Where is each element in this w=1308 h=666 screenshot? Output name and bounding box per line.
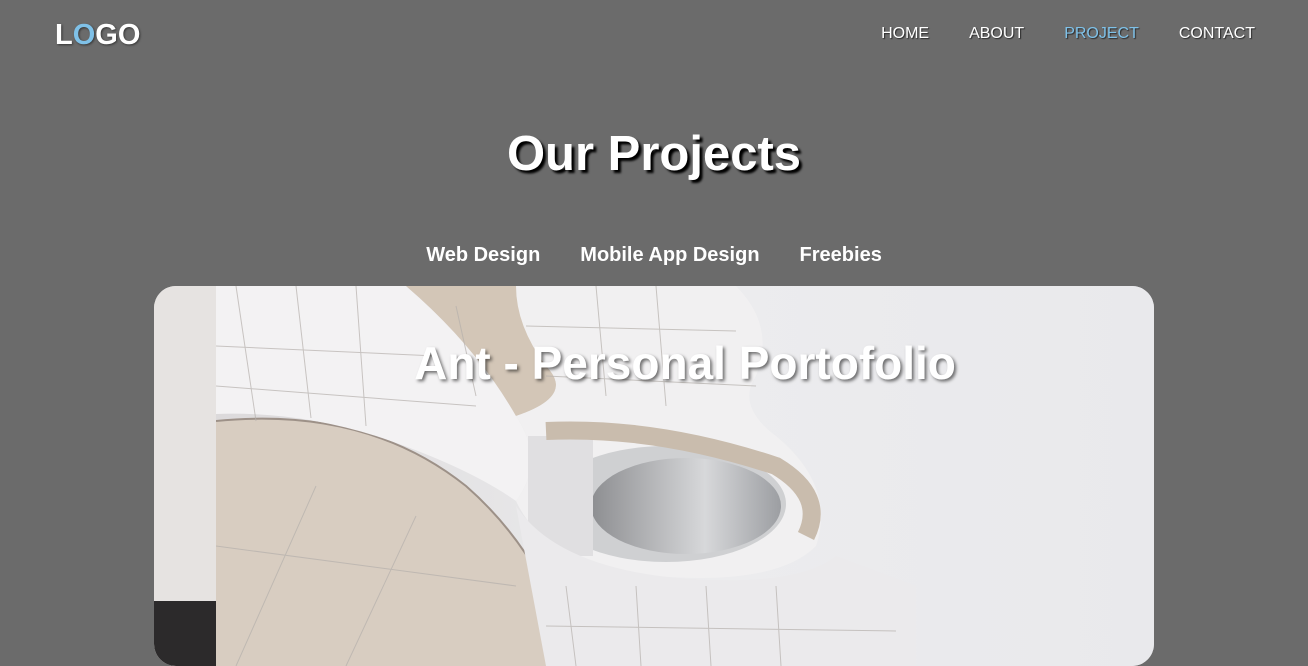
main-nav: HOME ABOUT PROJECT CONTACT (841, 25, 1255, 43)
logo-letters-go: GO (95, 19, 141, 51)
filter-mobile-app-design[interactable]: Mobile App Design (580, 243, 759, 267)
nav-project-link[interactable]: PROJECT (1064, 25, 1139, 43)
project-card-title: Ant - Personal Portofolio (414, 337, 956, 389)
nav-home-link[interactable]: HOME (881, 25, 929, 43)
project-filters: Web Design Mobile App Design Freebies (0, 243, 1308, 267)
page-title: Our Projects (506, 127, 802, 181)
logo-letter-l: L (55, 19, 73, 51)
nav-contact-link[interactable]: CONTACT (1179, 25, 1255, 43)
previous-slide-dark-corner (154, 601, 216, 666)
site-header: LOGO HOME ABOUT PROJECT CONTACT (0, 0, 1308, 70)
nav-about-link[interactable]: ABOUT (969, 25, 1024, 43)
filter-freebies[interactable]: Freebies (800, 243, 882, 267)
project-card[interactable]: Ant - Personal Portofolio (154, 286, 1154, 666)
logo-letter-o: O (72, 19, 96, 51)
logo[interactable]: LOGO (55, 18, 140, 52)
filter-web-design[interactable]: Web Design (426, 243, 540, 267)
